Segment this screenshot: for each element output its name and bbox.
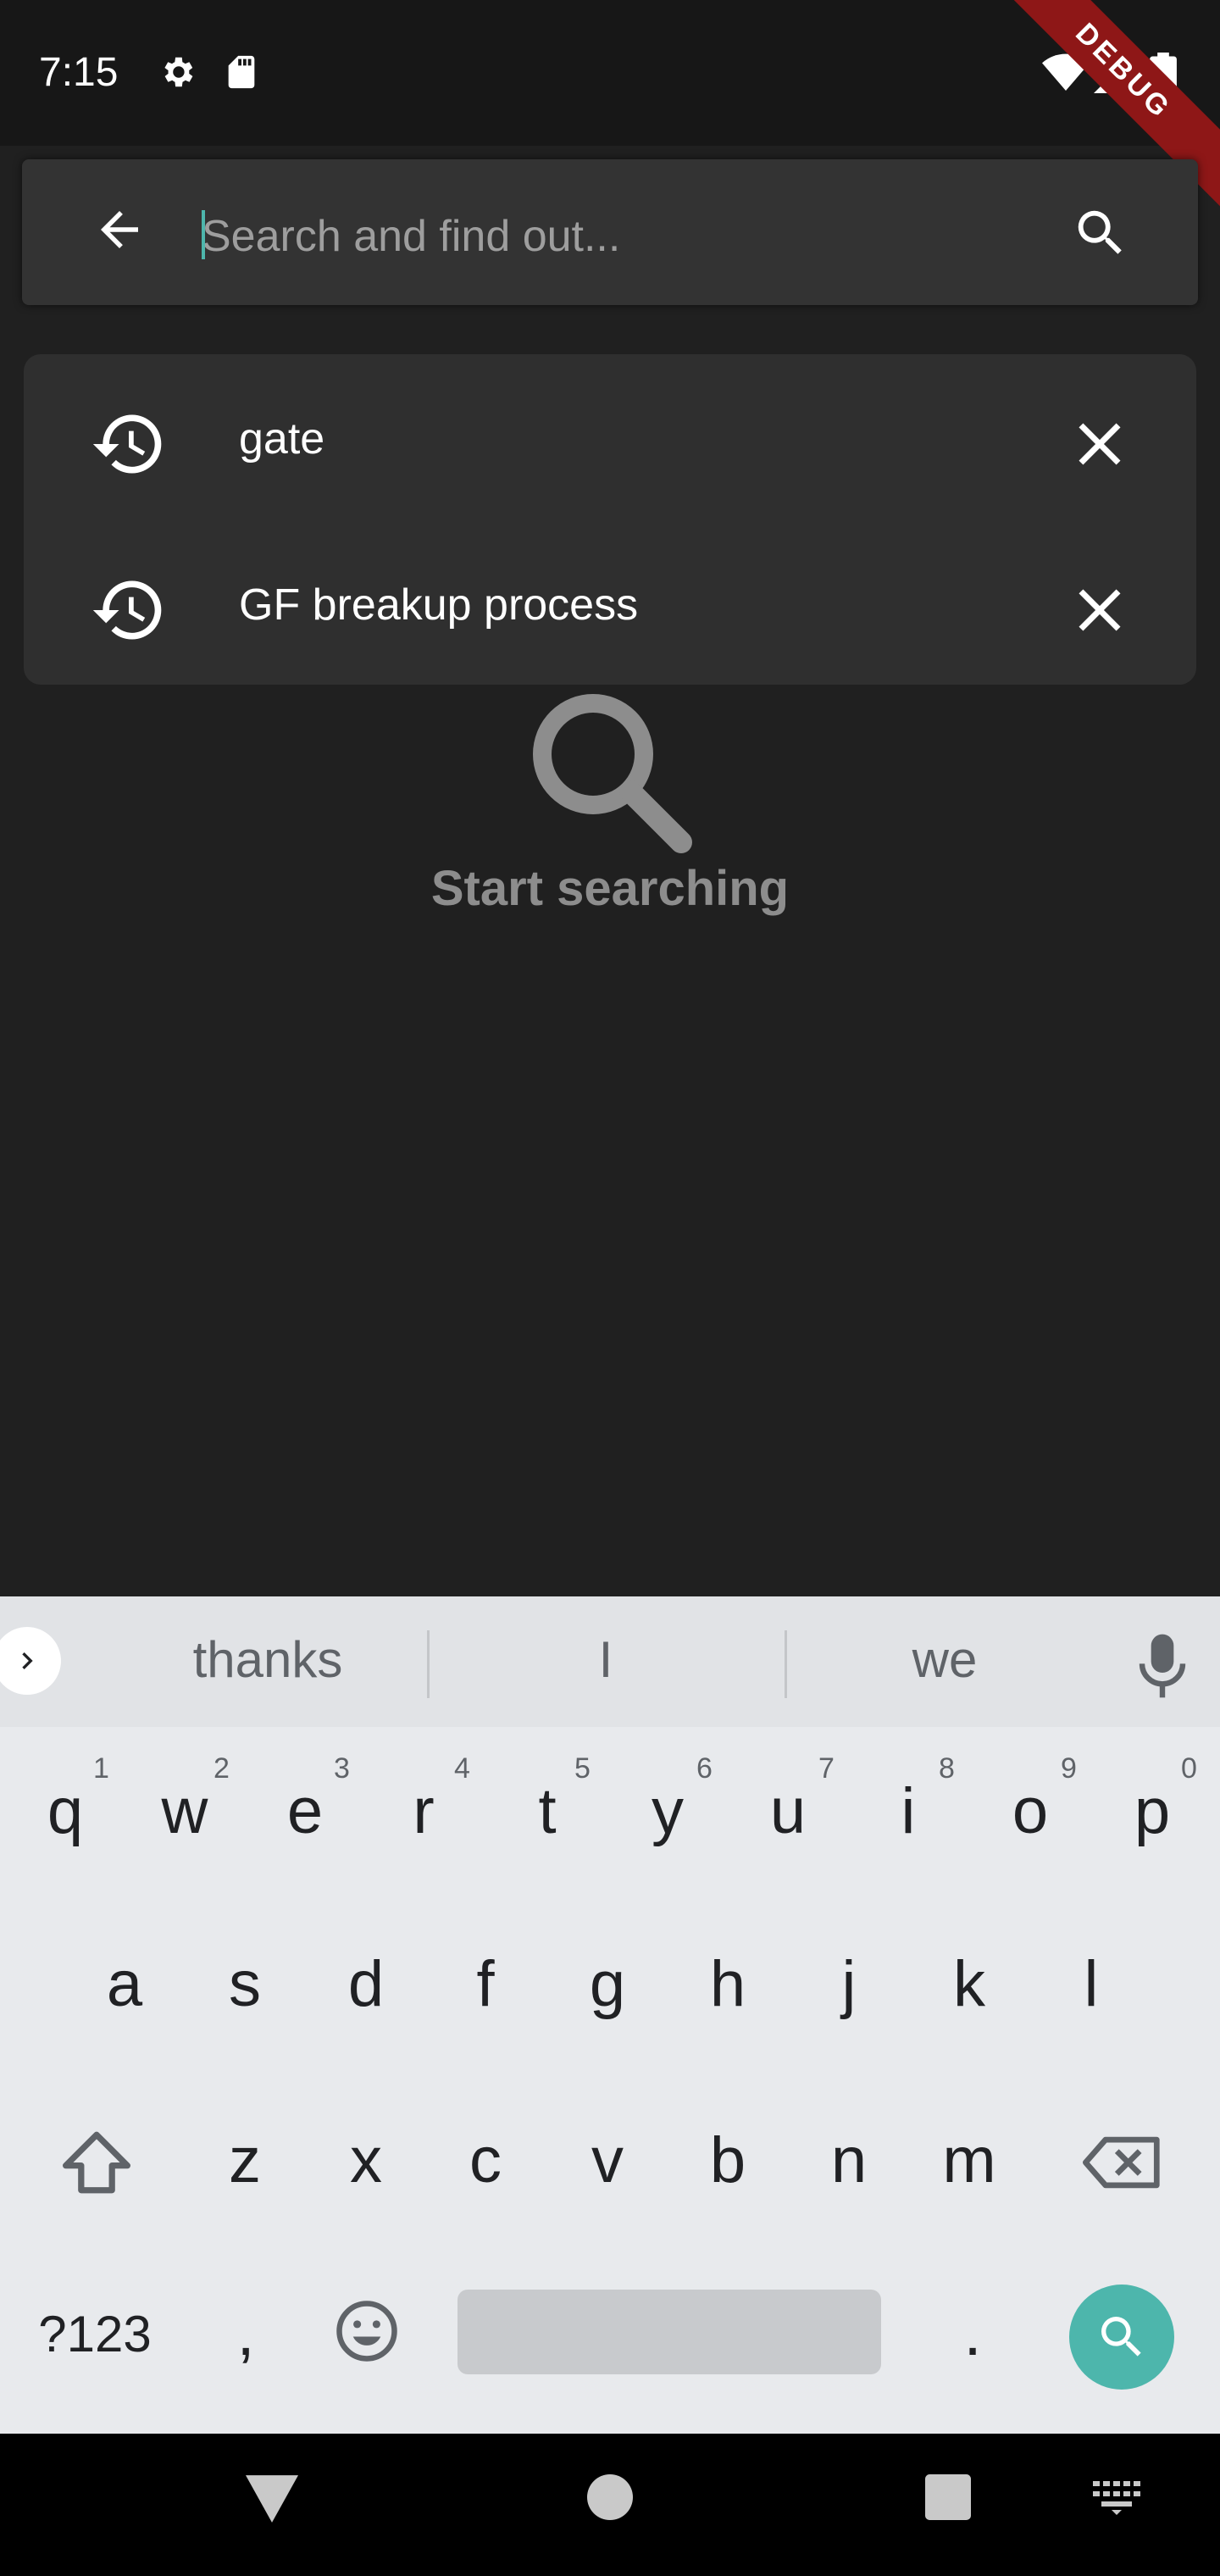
key-w[interactable]: w: [142, 1774, 227, 1848]
key-p[interactable]: p: [1110, 1774, 1195, 1848]
key-r[interactable]: r: [381, 1774, 466, 1848]
history-item[interactable]: GF breakup process: [24, 520, 1196, 685]
emoji-icon[interactable]: [334, 2298, 400, 2364]
key-hint: 7: [818, 1752, 835, 1785]
key-o[interactable]: o: [988, 1774, 1073, 1848]
key-c[interactable]: c: [443, 2124, 528, 2197]
key-j[interactable]: j: [807, 1947, 891, 2021]
status-time: 7:15: [39, 50, 119, 95]
suggestion-strip: thanks I we: [0, 1596, 1220, 1727]
symbols-key[interactable]: ?123: [27, 2305, 163, 2363]
key-hint: 8: [939, 1752, 955, 1785]
suggestion[interactable]: I: [521, 1630, 690, 1689]
key-a[interactable]: a: [82, 1947, 167, 2021]
key-hint: 6: [696, 1752, 713, 1785]
key-v[interactable]: v: [565, 2124, 650, 2197]
keyboard-switch-icon[interactable]: [1093, 2481, 1140, 2515]
history-icon: [92, 414, 162, 474]
close-icon[interactable]: [1064, 408, 1135, 480]
back-triangle-icon[interactable]: [246, 2474, 298, 2523]
suggestion-divider: [427, 1630, 430, 1698]
key-u[interactable]: u: [746, 1774, 830, 1848]
key-x[interactable]: x: [324, 2124, 408, 2197]
key-b[interactable]: b: [685, 2124, 770, 2197]
key-k[interactable]: k: [927, 1947, 1012, 2021]
history-item-label: gate: [239, 414, 325, 464]
search-enter-key[interactable]: [1069, 2285, 1174, 2390]
search-icon: [533, 694, 692, 853]
key-z[interactable]: z: [202, 2124, 287, 2197]
close-icon[interactable]: [1064, 575, 1135, 646]
key-hint: 3: [334, 1752, 350, 1785]
home-circle-icon[interactable]: [587, 2474, 633, 2520]
comma-key[interactable]: ,: [203, 2296, 288, 2370]
space-bar[interactable]: [458, 2290, 881, 2374]
suggestion[interactable]: thanks: [141, 1630, 395, 1689]
key-l[interactable]: l: [1049, 1947, 1134, 2021]
key-i[interactable]: i: [866, 1774, 951, 1848]
expand-toolbar-button[interactable]: [0, 1627, 61, 1695]
key-hint: 9: [1061, 1752, 1077, 1785]
search-icon[interactable]: [1071, 203, 1130, 263]
chevron-right-icon: [22, 1652, 33, 1669]
search-history-list: gate GF breakup process: [24, 354, 1196, 685]
soft-keyboard: thanks I we q w e r t y u i o p 1 2 3 4 …: [0, 1596, 1220, 2434]
status-bar: 7:15 DEBUG: [0, 0, 1220, 217]
key-n[interactable]: n: [807, 2124, 891, 2197]
key-q[interactable]: q: [23, 1774, 108, 1848]
key-hint: 4: [454, 1752, 470, 1785]
backspace-icon[interactable]: [1083, 2132, 1162, 2193]
empty-state-message: Start searching: [430, 861, 790, 916]
key-d[interactable]: d: [324, 1947, 408, 2021]
key-e[interactable]: e: [263, 1774, 347, 1848]
microphone-icon[interactable]: [1135, 1632, 1190, 1700]
key-hint: 1: [93, 1752, 109, 1785]
key-g[interactable]: g: [565, 1947, 650, 2021]
history-item-label: GF breakup process: [239, 580, 639, 630]
key-s[interactable]: s: [202, 1947, 287, 2021]
search-icon: [1101, 2317, 1141, 2357]
key-hint: 2: [214, 1752, 230, 1785]
key-f[interactable]: f: [443, 1947, 528, 2021]
key-hint: 0: [1181, 1752, 1197, 1785]
suggestion-divider: [785, 1630, 787, 1698]
key-y[interactable]: y: [625, 1774, 710, 1848]
navigation-bar: [0, 2434, 1220, 2576]
settings-gear-icon: [164, 57, 193, 87]
key-t[interactable]: t: [505, 1774, 590, 1848]
history-icon: [92, 580, 162, 640]
shift-key-icon[interactable]: [59, 2129, 134, 2196]
period-key[interactable]: .: [930, 2296, 1015, 2370]
history-item[interactable]: gate: [24, 354, 1196, 519]
sd-card-icon: [228, 55, 255, 89]
back-arrow-icon[interactable]: [92, 202, 147, 258]
recents-square-icon[interactable]: [925, 2474, 971, 2520]
text-cursor: [202, 210, 205, 259]
search-input[interactable]: [200, 202, 1034, 271]
key-h[interactable]: h: [685, 1947, 770, 2021]
key-hint: 5: [574, 1752, 591, 1785]
suggestion[interactable]: we: [860, 1630, 1029, 1689]
key-m[interactable]: m: [927, 2124, 1012, 2197]
